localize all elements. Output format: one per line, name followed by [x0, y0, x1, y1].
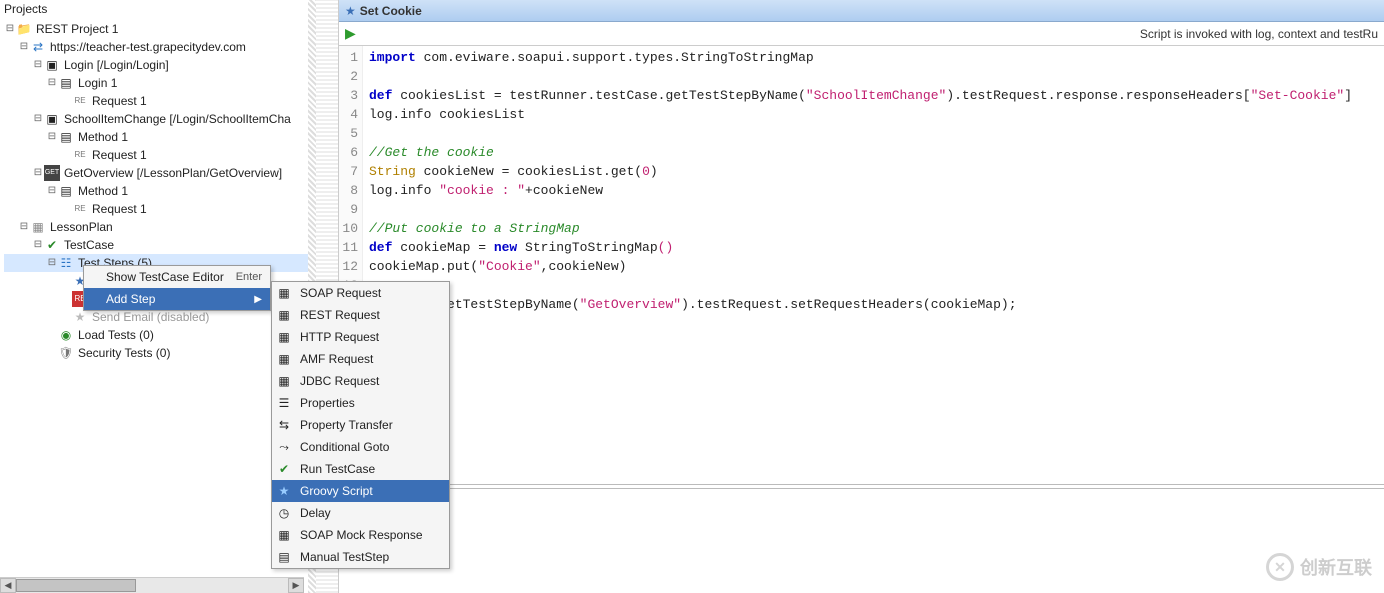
- menu-item-show-editor[interactable]: Show TestCase Editor Enter: [84, 266, 270, 288]
- collapse-icon[interactable]: ⊟: [32, 56, 44, 74]
- clock-icon: ◷: [276, 505, 292, 521]
- tree-item-securitytests[interactable]: 🛡 Security Tests (0): [4, 344, 309, 362]
- tree-item-resource[interactable]: ⊟ ▤ Method 1: [4, 128, 309, 146]
- code-editor[interactable]: 1234567891011121314 import com.eviware.s…: [339, 46, 1384, 483]
- amf-icon: ▦: [276, 351, 292, 367]
- menu-item-add-step[interactable]: Add Step ▶: [84, 288, 270, 310]
- collapse-icon[interactable]: ⊟: [32, 110, 44, 128]
- resource-icon: GET: [44, 165, 60, 181]
- submenu-soap-request[interactable]: ▦SOAP Request: [272, 282, 449, 304]
- add-step-submenu: ▦SOAP Request ▦REST Request ▦HTTP Reques…: [271, 281, 450, 569]
- tree-item-testsuite[interactable]: ⊟ ▦ LessonPlan: [4, 218, 309, 236]
- editor-panel: ★ Set Cookie ▶ Script is invoked with lo…: [338, 0, 1384, 593]
- properties-icon: ☰: [276, 395, 292, 411]
- method-icon: ▤: [58, 129, 74, 145]
- scroll-right-button[interactable]: ▶: [288, 578, 304, 593]
- submenu-jdbc-request[interactable]: ▦JDBC Request: [272, 370, 449, 392]
- run-icon: ✔: [276, 461, 292, 477]
- testcase-icon: ✔: [44, 237, 60, 253]
- panel-title: Projects: [0, 0, 309, 18]
- mock-icon: ▦: [276, 527, 292, 543]
- transfer-icon: ⇆: [276, 417, 292, 433]
- tree-item-project[interactable]: ⊟ 📁 REST Project 1: [4, 20, 309, 38]
- editor-tab-title[interactable]: Set Cookie: [360, 4, 422, 18]
- star-icon: ★: [276, 483, 292, 499]
- submenu-amf-request[interactable]: ▦AMF Request: [272, 348, 449, 370]
- collapse-icon[interactable]: ⊟: [32, 164, 44, 182]
- collapse-icon[interactable]: ⊟: [46, 128, 58, 146]
- security-icon: 🛡: [58, 345, 74, 361]
- submenu-delay[interactable]: ◷Delay: [272, 502, 449, 524]
- chevron-right-icon: ▶: [254, 294, 262, 305]
- submenu-run-testcase[interactable]: ✔Run TestCase: [272, 458, 449, 480]
- star-icon: ★: [345, 4, 356, 18]
- method-icon: ▤: [58, 75, 74, 91]
- tree-item-resource[interactable]: ⊟ ▤ Method 1: [4, 182, 309, 200]
- editor-toolbar: ▶ Script is invoked with log, context an…: [339, 22, 1384, 46]
- collapse-icon[interactable]: ⊟: [18, 38, 30, 56]
- testsuite-icon: ▦: [30, 219, 46, 235]
- method-icon: ▤: [58, 183, 74, 199]
- script-context-note: Script is invoked with log, context and …: [1140, 27, 1378, 41]
- endpoint-icon: ⇄: [30, 39, 46, 55]
- tree-item-testcase[interactable]: ⊟ ✔ TestCase: [4, 236, 309, 254]
- divider: [339, 484, 1384, 485]
- folder-icon: 📁: [16, 21, 32, 37]
- collapse-icon[interactable]: ⊟: [18, 218, 30, 236]
- submenu-property-transfer[interactable]: ⇆Property Transfer: [272, 414, 449, 436]
- request-icon: RE: [72, 147, 88, 163]
- submenu-properties[interactable]: ☰Properties: [272, 392, 449, 414]
- resource-icon: ▣: [44, 57, 60, 73]
- tree-item-loadtests[interactable]: ◉ Load Tests (0): [4, 326, 309, 344]
- divider: [339, 488, 1384, 489]
- resource-icon: ▣: [44, 111, 60, 127]
- scroll-track[interactable]: [16, 578, 288, 593]
- scroll-thumb[interactable]: [16, 579, 136, 592]
- submenu-http-request[interactable]: ▦HTTP Request: [272, 326, 449, 348]
- goto-icon: ⤳: [276, 439, 292, 455]
- tree-item-service-school[interactable]: ⊟ ▣ SchoolItemChange [/Login/SchoolItemC…: [4, 110, 309, 128]
- manual-icon: ▤: [276, 549, 292, 565]
- tree-item-endpoint[interactable]: ⊟ ⇄ https://teacher-test.grapecitydev.co…: [4, 38, 309, 56]
- horizontal-scrollbar[interactable]: ◀ ▶: [0, 577, 304, 593]
- soap-icon: ▦: [276, 285, 292, 301]
- watermark-icon: ✕: [1266, 553, 1294, 581]
- collapse-icon[interactable]: ⊟: [46, 74, 58, 92]
- watermark: ✕ 创新互联: [1266, 553, 1372, 581]
- collapse-icon[interactable]: ⊟: [32, 236, 44, 254]
- collapse-icon[interactable]: ⊟: [46, 182, 58, 200]
- submenu-groovy-script[interactable]: ★Groovy Script: [272, 480, 449, 502]
- request-icon: RE: [72, 201, 88, 217]
- tree-item-resource[interactable]: ⊟ ▤ Login 1: [4, 74, 309, 92]
- run-button[interactable]: ▶: [345, 25, 356, 42]
- watermark-text: 创新互联: [1300, 554, 1372, 580]
- loadtest-icon: ◉: [58, 327, 74, 343]
- tree-item-request[interactable]: RE Request 1: [4, 92, 309, 110]
- submenu-manual-teststep[interactable]: ▤Manual TestStep: [272, 546, 449, 568]
- code-area[interactable]: import com.eviware.soapui.support.types.…: [363, 46, 1352, 483]
- star-icon: ★: [72, 309, 88, 325]
- collapse-icon[interactable]: ⊟: [4, 20, 16, 38]
- submenu-rest-request[interactable]: ▦REST Request: [272, 304, 449, 326]
- editor-tab-bar: ★ Set Cookie: [339, 0, 1384, 22]
- http-icon: ▦: [276, 329, 292, 345]
- tree-item-request[interactable]: RE Request 1: [4, 200, 309, 218]
- scroll-left-button[interactable]: ◀: [0, 578, 16, 593]
- steps-icon: ☷: [58, 255, 74, 271]
- submenu-conditional-goto[interactable]: ⤳Conditional Goto: [272, 436, 449, 458]
- tree-item-service-overview[interactable]: ⊟ GET GetOverview [/LessonPlan/GetOvervi…: [4, 164, 309, 182]
- collapse-icon[interactable]: ⊟: [46, 254, 58, 272]
- context-menu: Show TestCase Editor Enter Add Step ▶: [83, 265, 271, 311]
- rest-icon: ▦: [276, 307, 292, 323]
- submenu-soap-mock[interactable]: ▦SOAP Mock Response: [272, 524, 449, 546]
- tree-item-request[interactable]: RE Request 1: [4, 146, 309, 164]
- tree-item-service-login[interactable]: ⊟ ▣ Login [/Login/Login]: [4, 56, 309, 74]
- request-icon: RE: [72, 93, 88, 109]
- jdbc-icon: ▦: [276, 373, 292, 389]
